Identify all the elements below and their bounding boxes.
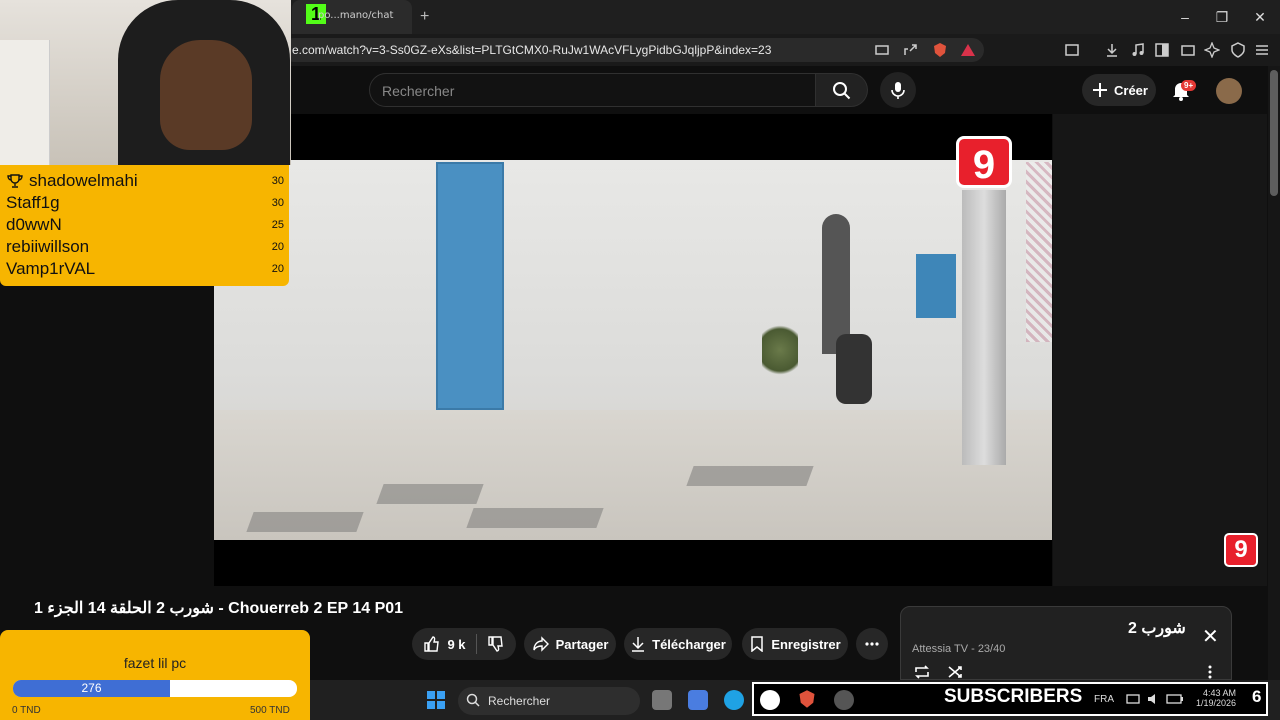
taskbar-search-label: Rechercher bbox=[488, 694, 551, 708]
dislike-icon[interactable] bbox=[487, 635, 505, 653]
download-icon[interactable] bbox=[1104, 42, 1120, 58]
street-tile bbox=[466, 508, 604, 528]
goal-min-label: 0 TND bbox=[12, 705, 41, 716]
brave-shield-icon[interactable] bbox=[932, 42, 948, 58]
share-icon bbox=[532, 636, 549, 652]
leaderboard-score: 20 bbox=[271, 241, 284, 253]
trophy-icon bbox=[7, 174, 23, 188]
goal-title: fazet lil pc bbox=[123, 655, 187, 671]
save-label: Enregistrer bbox=[771, 636, 841, 652]
taskbar-search-icon bbox=[466, 693, 480, 707]
download-button[interactable]: Télécharger bbox=[624, 628, 732, 660]
new-tab-button[interactable]: + bbox=[420, 8, 429, 26]
save-button[interactable]: Enregistrer bbox=[742, 628, 848, 660]
cast-icon[interactable] bbox=[874, 42, 890, 58]
notification-badge: 9+ bbox=[1181, 80, 1197, 91]
leo-ai-icon[interactable] bbox=[1204, 42, 1220, 58]
shuffle-icon[interactable] bbox=[947, 664, 965, 680]
share-button[interactable]: Partager bbox=[524, 628, 616, 660]
search-icon bbox=[832, 82, 850, 100]
clock-time: 4:43 AM bbox=[1203, 688, 1237, 698]
playlist-title[interactable]: شورب 2 bbox=[1128, 618, 1186, 638]
network-icon[interactable] bbox=[1126, 692, 1140, 706]
like-count: 9 k bbox=[447, 636, 466, 652]
avatar[interactable] bbox=[1216, 78, 1242, 104]
rewards-triangle-icon[interactable] bbox=[960, 42, 976, 58]
battery-icon[interactable] bbox=[1166, 692, 1184, 706]
browser-tab-title: po...mano/chat bbox=[318, 10, 394, 21]
brave-app-icon[interactable] bbox=[797, 689, 817, 709]
leaderboard-score: 25 bbox=[271, 219, 284, 231]
video-blue-window bbox=[916, 254, 956, 318]
vscode-app-icon[interactable] bbox=[688, 690, 708, 710]
street-tile bbox=[246, 512, 364, 532]
leaderboard-score: 20 bbox=[271, 263, 284, 275]
clock-date: 1/19/2026 bbox=[1196, 698, 1237, 708]
leaderboard-name: shadowelmahi bbox=[29, 171, 138, 190]
leaderboard-name: rebiiwillson bbox=[6, 237, 90, 256]
playlist-menu-icon[interactable] bbox=[1206, 664, 1214, 680]
leaderboard-score: 30 bbox=[271, 197, 284, 209]
bookmark-icon bbox=[751, 636, 764, 652]
windows-start-icon[interactable] bbox=[426, 690, 446, 710]
menu-icon[interactable] bbox=[1254, 42, 1270, 58]
leaderboard-name: Vamp1rVAL bbox=[6, 259, 96, 278]
like-dislike-group: 9 k bbox=[412, 628, 516, 660]
download-label: Télécharger bbox=[652, 636, 726, 652]
street-tile bbox=[686, 466, 814, 486]
video-doorway bbox=[822, 214, 850, 354]
leaderboard-score: 30 bbox=[271, 175, 284, 187]
voice-search-button[interactable] bbox=[880, 72, 916, 108]
loop-icon[interactable] bbox=[913, 664, 931, 680]
video-title: شورب 2 الحلقة 14 الجزء 1 - Chouerreb 2 E… bbox=[34, 600, 404, 617]
like-icon[interactable] bbox=[423, 635, 441, 653]
input-language[interactable]: FRA bbox=[1094, 694, 1114, 705]
plus-icon bbox=[1093, 83, 1107, 97]
taskbar-clock[interactable]: 4:43 AM 1/19/2026 bbox=[1196, 688, 1236, 708]
download-arrow-icon bbox=[632, 637, 645, 652]
more-horizontal-icon bbox=[865, 642, 879, 646]
goal-max-label: 500 TND bbox=[250, 705, 290, 716]
share-label: Partager bbox=[555, 636, 609, 652]
search-button[interactable] bbox=[816, 73, 868, 107]
close-window-button[interactable]: ✕ bbox=[1245, 6, 1275, 28]
volume-icon[interactable] bbox=[1146, 692, 1160, 706]
video-lattice bbox=[1026, 162, 1052, 342]
minimize-button[interactable]: – bbox=[1170, 6, 1200, 28]
video-pillar bbox=[962, 190, 1006, 465]
scrollbar-thumb[interactable] bbox=[1270, 70, 1278, 196]
channel-watermark-logo: 9 bbox=[956, 136, 1012, 188]
webcam-shelf bbox=[0, 40, 50, 165]
goal-current-value: 276 bbox=[81, 681, 102, 695]
video-figure bbox=[836, 334, 872, 404]
related-sidebar bbox=[1053, 114, 1267, 586]
obs-app-icon[interactable] bbox=[760, 690, 780, 710]
url-text: e.com/watch?v=3-Ss0GZ-eXs&list=PLTGtCMX0… bbox=[292, 43, 772, 57]
edge-app-icon[interactable] bbox=[724, 690, 744, 710]
vpn-shield-icon[interactable] bbox=[1230, 42, 1246, 58]
video-plant bbox=[762, 320, 798, 380]
share-page-icon[interactable] bbox=[902, 42, 918, 58]
music-icon[interactable] bbox=[1130, 42, 1146, 58]
playlist-subtitle[interactable]: Attessia TV - 23/40 bbox=[912, 643, 1005, 655]
webcam-streamer-face bbox=[160, 40, 252, 150]
leaderboard-name: Staff1g bbox=[6, 193, 60, 212]
subscribers-label: SUBSCRIBERS bbox=[944, 686, 1083, 707]
app-icon[interactable] bbox=[834, 690, 854, 710]
leaderboard-name: d0wwN bbox=[6, 215, 62, 234]
street-tile bbox=[376, 484, 484, 504]
channel-logo-small[interactable]: 9 bbox=[1224, 533, 1258, 567]
split-view-icon[interactable] bbox=[1154, 42, 1170, 58]
more-actions-button[interactable] bbox=[856, 628, 888, 660]
create-label: Créer bbox=[1114, 83, 1148, 98]
search-placeholder: Rechercher bbox=[382, 83, 455, 99]
subscribers-count: 6 bbox=[1252, 687, 1262, 706]
video-blue-door bbox=[436, 162, 504, 410]
microphone-icon bbox=[891, 82, 905, 99]
playlist-close-button[interactable]: ✕ bbox=[1202, 624, 1219, 649]
wallet-icon[interactable] bbox=[1180, 42, 1196, 58]
sidebar-toggle-icon[interactable] bbox=[1064, 42, 1080, 58]
task-view-icon[interactable] bbox=[652, 690, 672, 710]
maximize-button[interactable]: ❐ bbox=[1207, 6, 1237, 28]
